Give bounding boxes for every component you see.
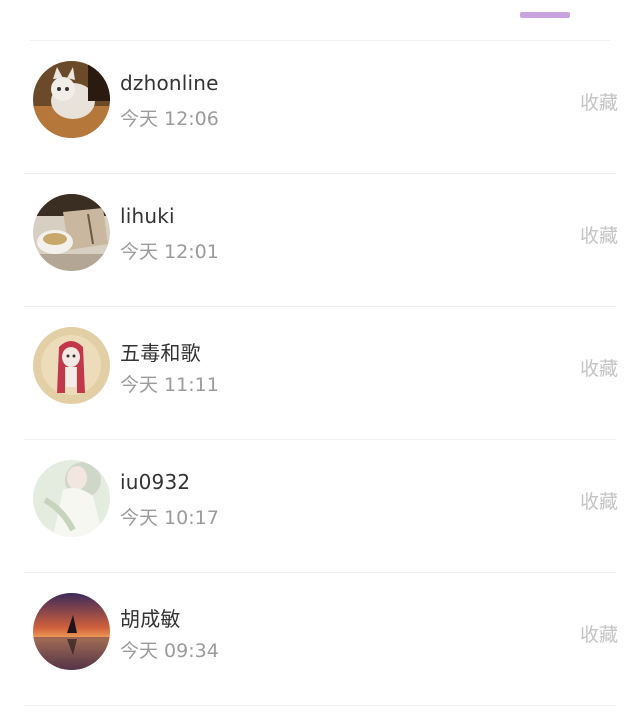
timestamp: 今天 10:17 (120, 507, 219, 529)
user-avatar[interactable] (33, 593, 110, 670)
active-tab-indicator (520, 12, 570, 18)
favorite-button[interactable]: 收藏 (580, 88, 618, 115)
timestamp: 今天 12:01 (120, 241, 219, 263)
timestamp: 今天 12:06 (120, 108, 219, 130)
user-avatar[interactable] (33, 460, 110, 537)
list-item[interactable]: 五毒和歌 今天 11:11 收藏 (0, 307, 640, 440)
user-name: 胡成敏 (120, 607, 181, 631)
divider (24, 705, 616, 706)
list-item[interactable]: 胡成敏 今天 09:34 收藏 (0, 573, 640, 706)
user-avatar[interactable] (33, 194, 110, 271)
user-name: dzhonline (120, 71, 219, 95)
timestamp: 今天 09:34 (120, 640, 219, 662)
favorite-button[interactable]: 收藏 (580, 487, 618, 514)
user-name: iu0932 (120, 470, 191, 494)
user-avatar[interactable] (33, 327, 110, 404)
list-item[interactable]: lihuki 今天 12:01 收藏 (0, 174, 640, 307)
timestamp: 今天 11:11 (120, 374, 219, 396)
user-name: 五毒和歌 (120, 341, 201, 365)
list-item[interactable]: dzhonline 今天 12:06 收藏 (0, 41, 640, 174)
user-avatar[interactable] (33, 61, 110, 138)
list-item[interactable]: iu0932 今天 10:17 收藏 (0, 440, 640, 573)
user-name: lihuki (120, 204, 175, 228)
favorite-button[interactable]: 收藏 (580, 620, 618, 647)
user-list: dzhonline 今天 12:06 收藏 lihuki 今天 12:01 收藏 (0, 41, 640, 706)
favorite-button[interactable]: 收藏 (580, 354, 618, 381)
favorite-button[interactable]: 收藏 (580, 221, 618, 248)
